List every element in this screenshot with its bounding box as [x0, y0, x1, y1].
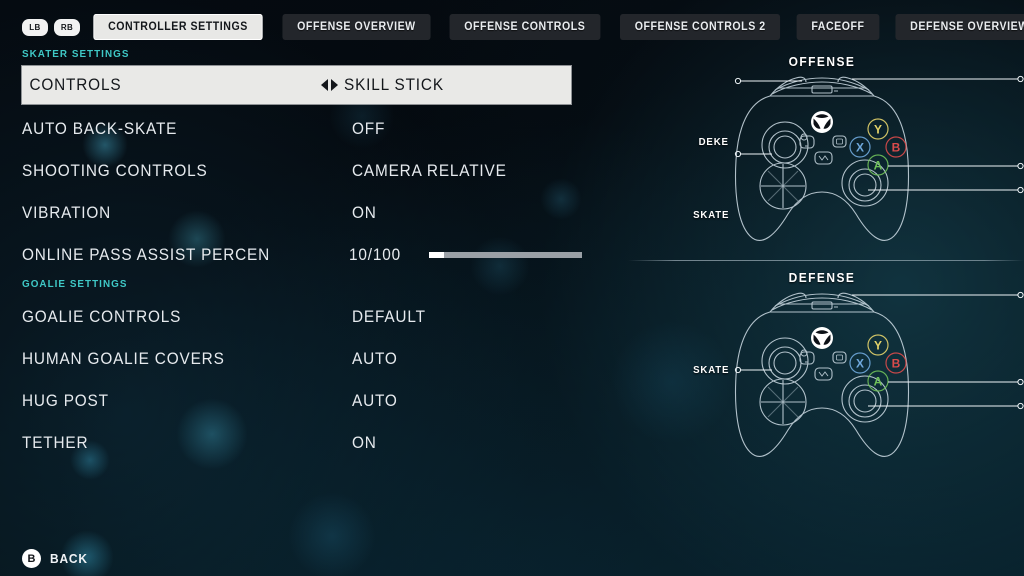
setting-row-goalie-controls[interactable]: GOALIE CONTROLS DEFAULT [22, 296, 582, 338]
setting-row-vibration[interactable]: VIBRATION ON [22, 192, 582, 234]
tab-controller-settings[interactable]: CONTROLLER SETTINGS [93, 14, 263, 40]
setting-label: TETHER [22, 433, 89, 452]
setting-label: HUMAN GOALIE COVERS [22, 349, 225, 368]
setting-row-controls[interactable]: CONTROLS SKILL STICK [22, 66, 571, 104]
back-button-label: BACK [50, 551, 88, 566]
setting-value: AUTO [352, 391, 398, 410]
svg-text:A: A [874, 159, 883, 173]
tab-offense-overview[interactable]: OFFENSE OVERVIEW [282, 14, 431, 40]
svg-text:X: X [856, 357, 864, 371]
svg-text:X: X [856, 141, 864, 155]
setting-row-human-goalie-covers[interactable]: HUMAN GOALIE COVERS AUTO [22, 338, 582, 380]
controller-diagram-defense: DEFENSE Y X B A SKATE [620, 264, 1024, 476]
back-button[interactable]: B BACK [22, 549, 91, 568]
slider-fill [428, 252, 444, 258]
callout-label-skate: SKATE [692, 209, 729, 221]
setting-label: SHOOTING CONTROLS [22, 161, 208, 180]
svg-text:A: A [874, 375, 883, 389]
game-settings-screen: LB RB CONTROLLER SETTINGS OFFENSE OVERVI… [0, 0, 1024, 576]
tab-defense-overview[interactable]: DEFENSE OVERVIEW [895, 14, 1024, 40]
b-button-icon[interactable]: B [22, 549, 41, 568]
xbox-controller-outline-offense: Y X B A [734, 75, 1024, 241]
tab-offense-controls[interactable]: OFFENSE CONTROLS [449, 14, 600, 40]
setting-value: CAMERA RELATIVE [352, 161, 507, 180]
tab-offense-controls-2[interactable]: OFFENSE CONTROLS 2 [619, 14, 780, 40]
setting-row-tether[interactable]: TETHER ON [22, 422, 582, 464]
chevron-right-icon[interactable] [330, 79, 338, 91]
setting-label: VIBRATION [22, 203, 112, 222]
setting-label: GOALIE CONTROLS [22, 307, 182, 326]
setting-value: OFF [352, 119, 386, 138]
callout-label-deke: DEKE [698, 136, 729, 148]
value-stepper-arrows[interactable] [314, 79, 344, 91]
setting-row-online-pass-assist[interactable]: ONLINE PASS ASSIST PERCEN 10/100 [22, 234, 582, 276]
setting-row-hug-post[interactable]: HUG POST AUTO [22, 380, 582, 422]
online-pass-assist-slider[interactable] [428, 252, 582, 258]
setting-label: AUTO BACK-SKATE [22, 119, 178, 138]
tab-bar: LB RB CONTROLLER SETTINGS OFFENSE OVERVI… [0, 14, 1024, 40]
setting-value: ON [352, 203, 377, 222]
setting-label: HUG POST [22, 391, 109, 410]
setting-label: CONTROLS [29, 75, 122, 94]
section-heading-goalie: GOALIE SETTINGS [22, 278, 128, 290]
setting-label: ONLINE PASS ASSIST PERCEN [22, 245, 271, 264]
callout-label-skate-defense: SKATE [692, 364, 729, 376]
xbox-controller-outline-defense: Y X B A [734, 291, 1024, 457]
controller-diagram-panel: OFFENSE Y X B A DEKE SKATE DEFENSE Y X B… [620, 48, 1024, 478]
tab-faceoff[interactable]: FACEOFF [796, 14, 880, 40]
section-divider [628, 260, 1024, 261]
chevron-left-icon[interactable] [320, 79, 328, 91]
svg-text:B: B [892, 357, 901, 371]
svg-text:Y: Y [874, 123, 882, 137]
lb-bumper[interactable]: LB [22, 18, 48, 36]
setting-value: AUTO [352, 349, 398, 368]
setting-value: ON [352, 433, 377, 452]
settings-list: SKATER SETTINGS CONTROLS SKILL STICK AUT… [22, 48, 582, 464]
controller-diagram-offense: OFFENSE Y X B A DEKE SKATE [620, 48, 1024, 261]
setting-value: DEFAULT [352, 307, 426, 326]
rb-bumper[interactable]: RB [54, 18, 80, 36]
setting-row-shooting-controls[interactable]: SHOOTING CONTROLS CAMERA RELATIVE [22, 150, 582, 192]
setting-row-auto-back-skate[interactable]: AUTO BACK-SKATE OFF [22, 108, 582, 150]
setting-value: SKILL STICK [344, 75, 444, 94]
setting-value: 10/100 [348, 245, 401, 264]
section-heading-skater: SKATER SETTINGS [22, 48, 130, 60]
svg-text:B: B [892, 141, 901, 155]
svg-text:Y: Y [874, 339, 882, 353]
